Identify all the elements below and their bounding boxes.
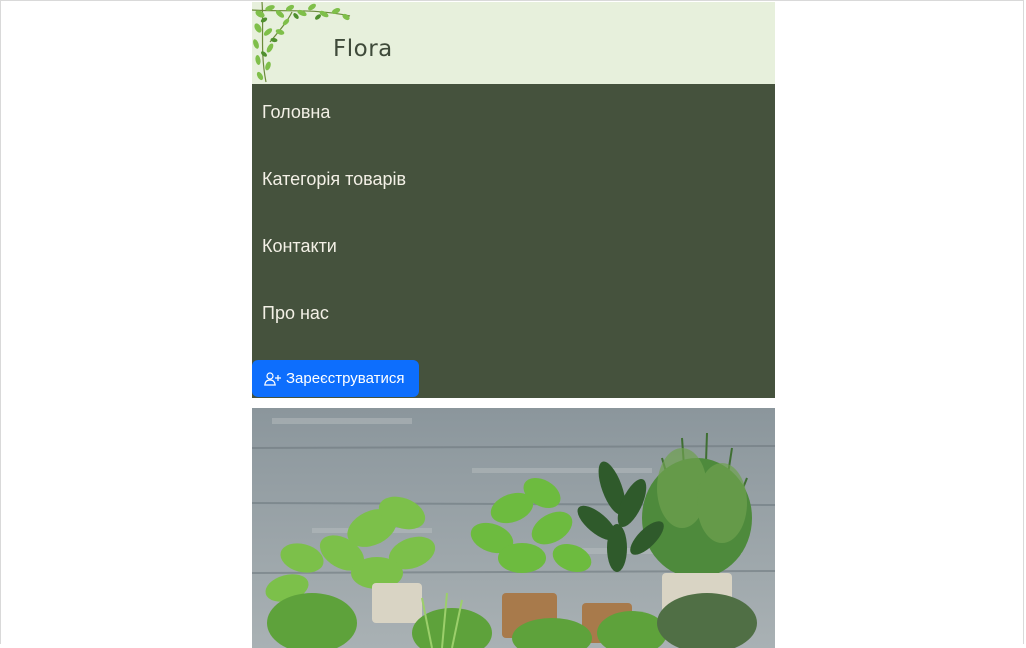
brand-logo-text[interactable]: Flora (333, 36, 393, 62)
main-navigation: Головна Категорія товарів Контакти Про н… (252, 84, 775, 398)
browser-viewport: Flora Головна Категорія товарів Контакти… (0, 0, 1024, 648)
register-button-label: Зареєструватися (286, 370, 405, 387)
nav-item-contacts[interactable]: Контакти (262, 236, 337, 257)
nav-item-about[interactable]: Про нас (262, 303, 329, 324)
site-header: Flora (252, 2, 775, 84)
nav-item-categories[interactable]: Категорія товарів (262, 169, 406, 190)
hero-image-herbs (252, 408, 775, 648)
user-plus-icon (264, 371, 281, 386)
nav-item-home[interactable]: Головна (262, 102, 330, 123)
herbs-photo (252, 408, 775, 648)
page-container: Flora Головна Категорія товарів Контакти… (252, 2, 775, 648)
register-button[interactable]: Зареєструватися (252, 360, 419, 397)
